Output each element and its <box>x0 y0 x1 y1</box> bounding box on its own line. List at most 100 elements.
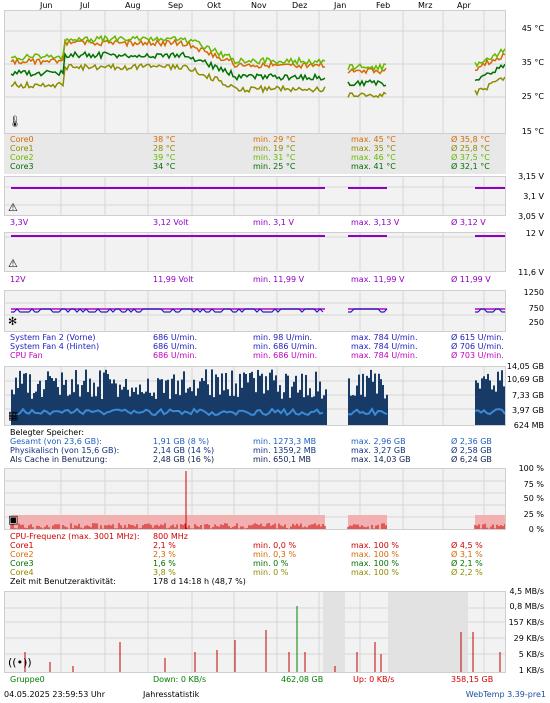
memory-cache-bar <box>151 395 153 425</box>
memory-cache-bar <box>199 381 201 425</box>
memory-cache-bar <box>475 380 477 425</box>
legend-min: min. 19 °C <box>253 144 296 153</box>
memory-cache-bar <box>89 378 91 425</box>
legend-avg: Ø 4,5 % <box>451 541 483 550</box>
network-up: Up: 0 KB/s <box>353 675 395 684</box>
memory-cache-bar <box>360 394 362 425</box>
memory-cache-bar <box>103 372 105 425</box>
cpu-chip-icon: ▣ <box>8 513 19 526</box>
memory-cache-bar <box>265 376 267 425</box>
legend-min: min. 1359,2 MB <box>253 446 317 455</box>
activity-row: Zeit mit Benutzeraktivität: 178 d 14:18 … <box>10 577 510 587</box>
legend-min: min. 686 U/min. <box>253 351 318 360</box>
legend-cur: 800 MHz <box>153 532 188 541</box>
memory-cache-bar <box>187 388 189 425</box>
memory-header-label: Belegter Speicher: <box>10 428 85 437</box>
memory-cache-bar <box>157 378 159 425</box>
legend-current: 11,99 Volt <box>153 275 194 284</box>
memory-cache-bar <box>117 396 119 425</box>
axis-tick-label: 45 °C <box>521 24 544 33</box>
legend-avg: Ø 3,12 V <box>451 218 486 227</box>
legend-max: max. 11,99 V <box>351 275 405 284</box>
warning-icon: ⚠ <box>8 257 18 270</box>
memory-cache-bar <box>77 384 79 425</box>
memory-cache-bar <box>295 375 297 425</box>
legend-cur: 2,48 GB (16 %) <box>153 455 215 464</box>
axis-tick-label: 100 % <box>518 464 544 473</box>
axis-tick-label: 5 KB/s <box>518 650 544 659</box>
legend-avg: Ø 6,24 GB <box>451 455 492 464</box>
memory-cache-bar <box>380 379 382 425</box>
memory-cache-bar <box>181 379 183 425</box>
memory-cache-bar <box>201 378 203 425</box>
month-label: Sep <box>168 1 184 10</box>
legend-max: max. 100 % <box>351 568 399 577</box>
legend-name: System Fan 2 (Vorne) <box>10 333 96 342</box>
activity-label: Zeit mit Benutzeraktivität: <box>10 577 116 586</box>
legend-avg: Ø 2,58 GB <box>451 446 492 455</box>
legend-avg: Ø 706 U/min. <box>451 342 504 351</box>
legend-name: Core1 <box>10 541 34 550</box>
memory-cache-bar <box>131 387 133 425</box>
axis-tick-label: 75 % <box>523 480 544 489</box>
memory-cache-bar <box>171 378 173 425</box>
memory-cache-bar <box>207 384 209 425</box>
no-data-region <box>323 592 345 672</box>
memory-cache-bar <box>301 373 303 425</box>
legend-cur: 686 U/min. <box>153 351 197 360</box>
legend-min: min. 0 % <box>253 568 289 577</box>
memory-cache-bar <box>364 396 366 425</box>
footer-stat: Jahresstatistik <box>143 690 200 699</box>
memory-cache-bar <box>382 384 384 425</box>
memory-cache-bar <box>223 390 225 425</box>
axis-tick-label: 11,6 V <box>518 268 544 277</box>
memory-cache-bar <box>127 389 129 425</box>
legend-name: Core4 <box>10 568 34 577</box>
legend-name: CPU Fan <box>10 351 43 360</box>
memory-cache-bar <box>167 379 169 425</box>
memory-cache-bar <box>259 375 261 425</box>
legend-name: Physikalisch (von 15,6 GB): <box>10 446 120 455</box>
axis-tick-label: 3,97 GB <box>511 406 544 415</box>
memory-cache-bar <box>63 384 65 425</box>
memory-cache-bar <box>65 379 67 425</box>
memory-cache-bar <box>57 387 59 425</box>
memory-cache-bar <box>255 392 257 425</box>
network-icon: ((•)) <box>8 656 32 669</box>
legend-name: Gesamt (von 23,6 GB): <box>10 437 102 446</box>
memory-cache-bar <box>372 381 374 425</box>
legend-max: max. 100 % <box>351 559 399 568</box>
network-up-total: 358,15 GB <box>451 675 494 684</box>
memory-cache-bar <box>163 392 165 425</box>
legend-name: CPU-Frequenz (max. 3001 MHz): <box>10 532 140 541</box>
memory-cache-bar <box>107 374 109 425</box>
legend-min: min. 98 U/min. <box>253 333 313 342</box>
footer-version[interactable]: WebTemp 3.39-pre1 <box>466 690 546 699</box>
legend-cur: 38 °C <box>153 135 176 144</box>
memory-cache-bar <box>33 393 35 425</box>
legend-min: min. 31 °C <box>253 153 296 162</box>
legend-name: 12V <box>10 275 26 284</box>
cpu-chart: ▣ <box>4 468 506 530</box>
legend-avg: Ø 3,1 % <box>451 550 483 559</box>
memory-cache-bar <box>209 395 211 425</box>
axis-tick-label: 15 °C <box>521 127 544 136</box>
month-label: Apr <box>457 1 471 10</box>
memory-cache-bar <box>137 394 139 425</box>
legend-avg: Ø 11,99 V <box>451 275 491 284</box>
memory-cache-bar <box>73 392 75 425</box>
month-label: Mrz <box>418 1 433 10</box>
memory-cache-bar <box>75 370 77 425</box>
legend-name: Core0 <box>10 135 34 144</box>
axis-tick-label: 0 % <box>528 525 544 534</box>
legend-name: Core3 <box>10 162 34 171</box>
memory-cache-bar <box>193 379 195 425</box>
axis-tick-label: 12 V <box>525 229 544 238</box>
memory-cache-bar <box>221 373 223 425</box>
memory-chart: ▦ <box>4 366 506 426</box>
memory-cache-bar <box>279 385 281 425</box>
legend-min: min. 0,0 % <box>253 541 297 550</box>
memory-cache-bar <box>115 383 117 425</box>
memory-cache-bar <box>149 392 151 425</box>
legend-avg: Ø 25,8 °C <box>451 144 490 153</box>
